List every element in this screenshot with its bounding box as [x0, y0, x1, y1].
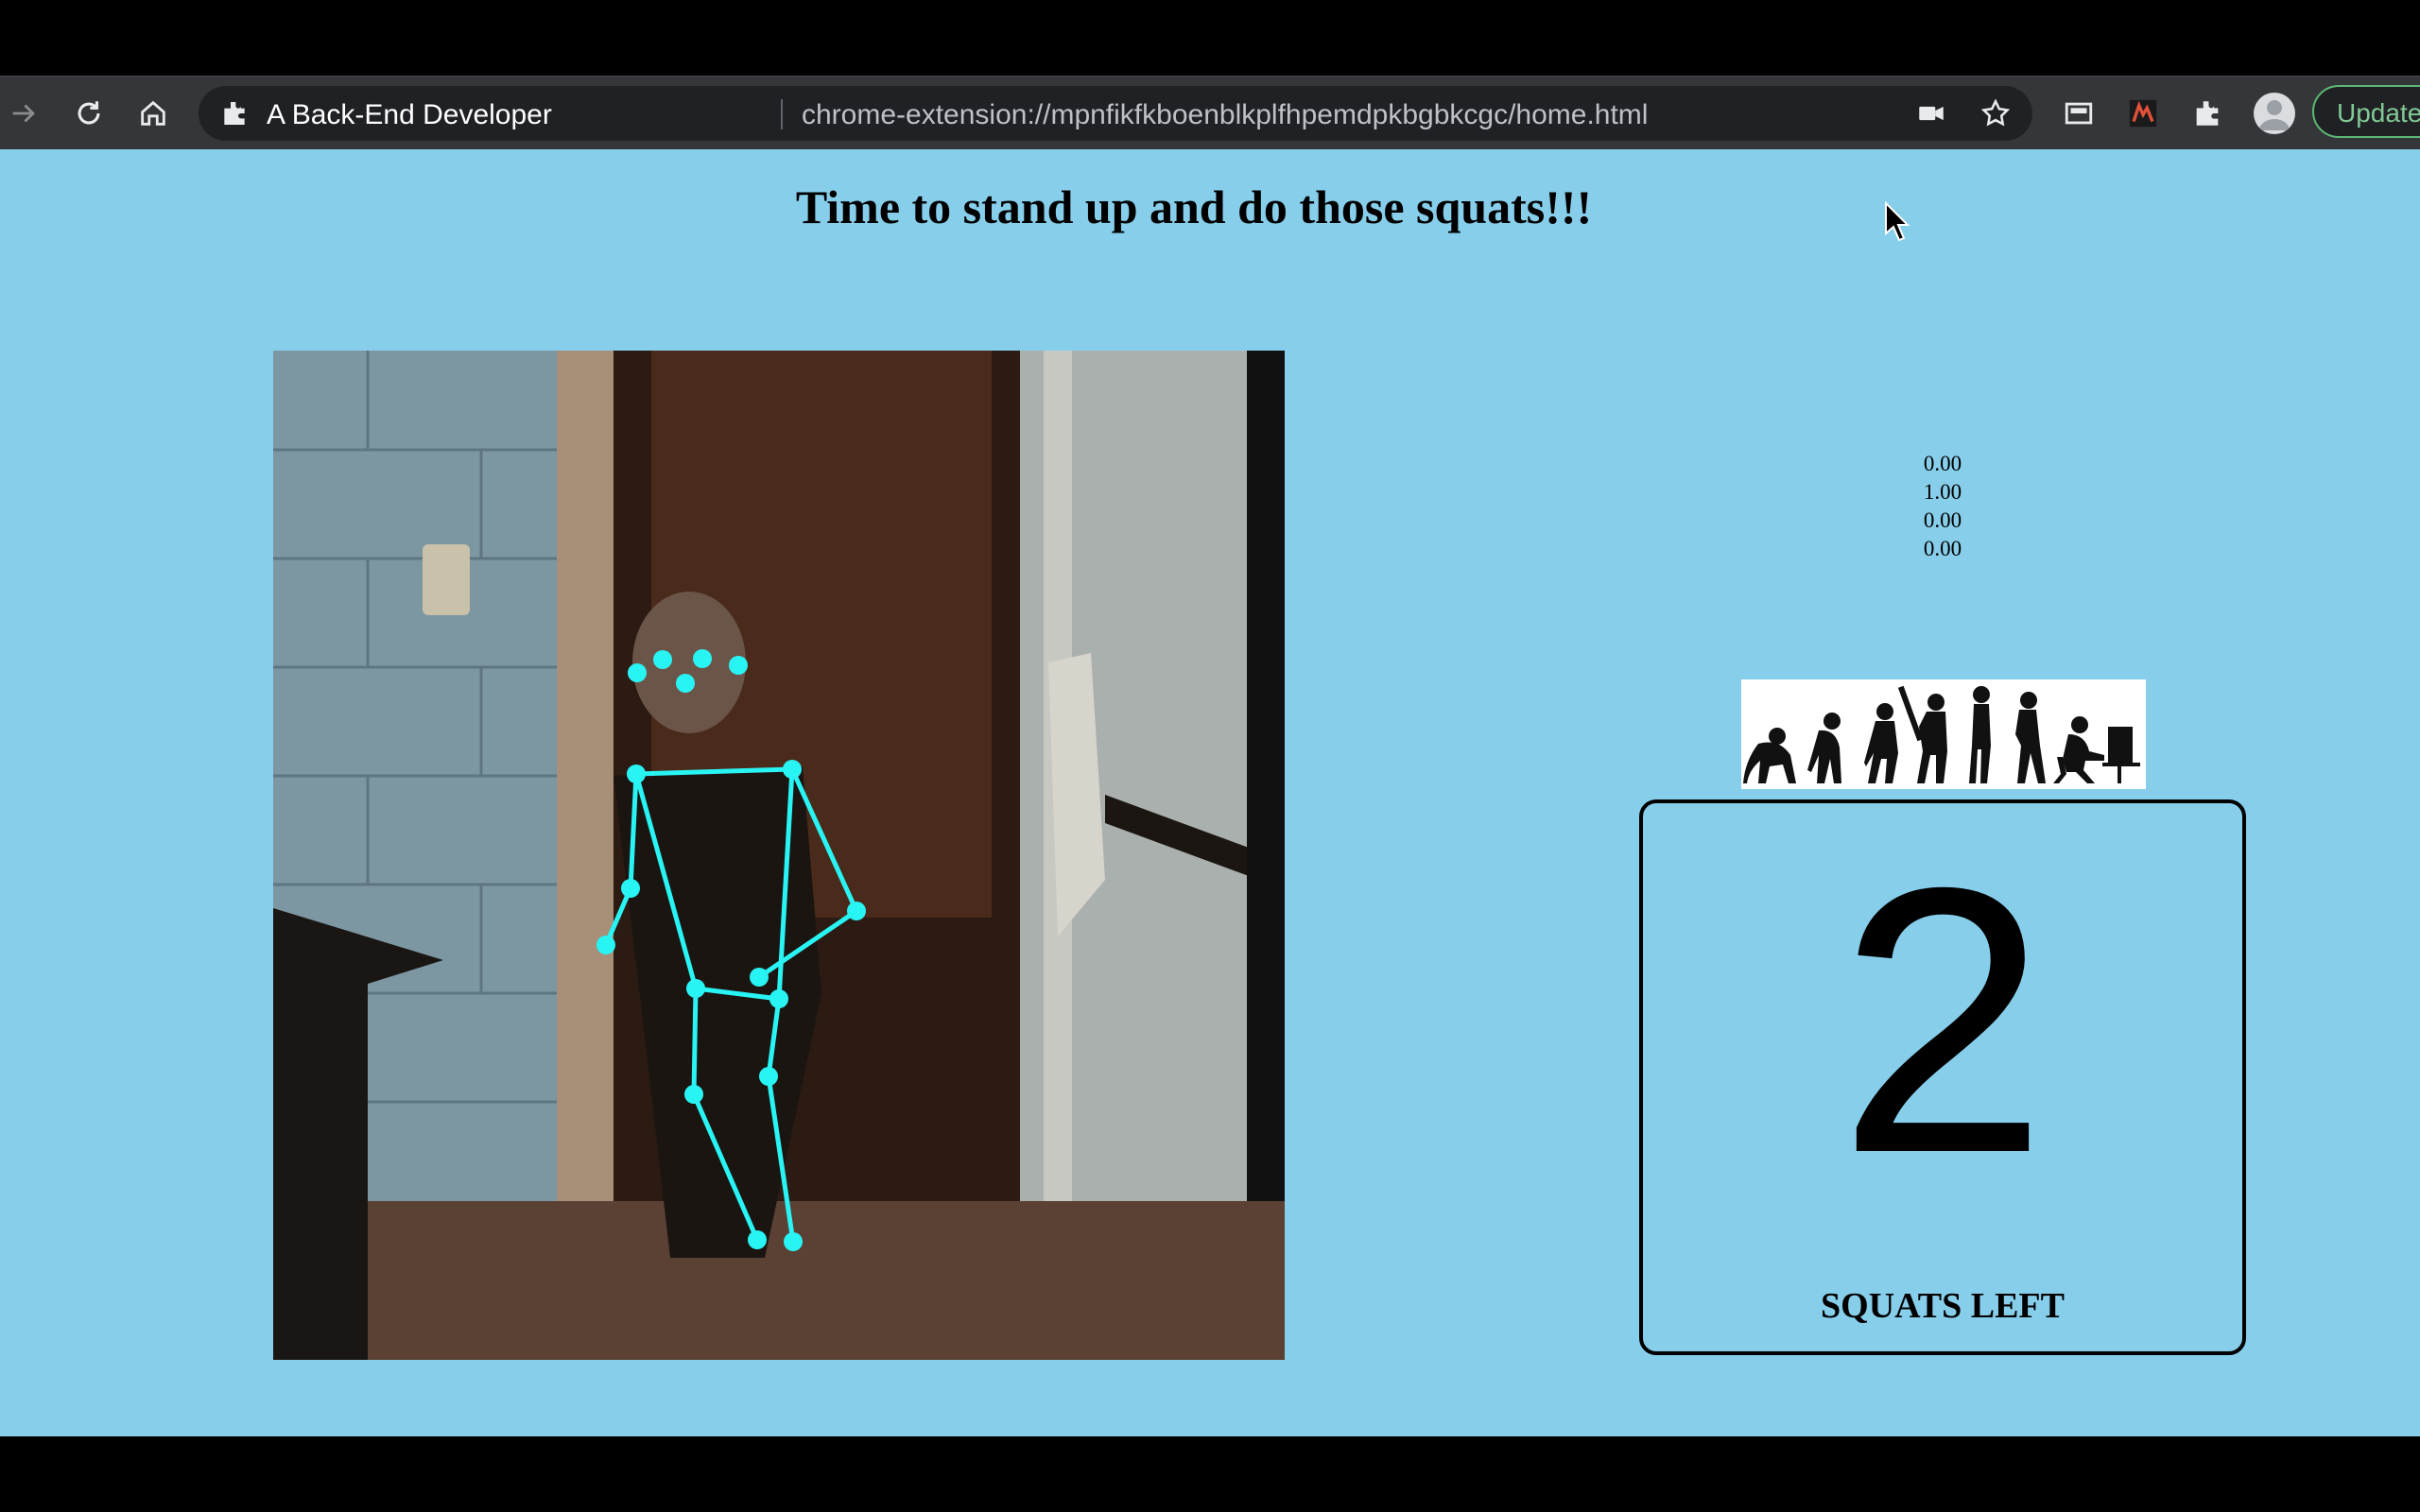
- browser-toolbar: A Back-End Developer chrome-extension://…: [0, 76, 2420, 150]
- squat-counter: 2 SQUATS LEFT: [1639, 799, 2246, 1355]
- update-button[interactable]: Update: [2312, 85, 2420, 138]
- picture-in-picture-icon[interactable]: [2061, 95, 2097, 131]
- page-title: Time to stand up and do those squats!!!: [795, 180, 1593, 233]
- evolution-silhouette-icon: [1743, 685, 2140, 783]
- address-separator: [781, 99, 783, 129]
- site-title: A Back-End Developer: [267, 99, 552, 130]
- forward-icon[interactable]: [6, 95, 42, 131]
- readout-value: 1.00: [1923, 480, 1962, 504]
- evolution-image: [1741, 679, 2146, 789]
- extension-icon: [224, 102, 245, 125]
- camera-icon[interactable]: [1915, 97, 1947, 129]
- profile-icon[interactable]: [2254, 93, 2295, 134]
- webcam-video: [273, 351, 1285, 1360]
- pose-readout: 0.00 1.00 0.00 0.00: [1891, 450, 1995, 563]
- readout-value: 0.00: [1923, 452, 1962, 475]
- home-icon[interactable]: [135, 95, 171, 131]
- brand-extension-icon[interactable]: [2125, 95, 2161, 131]
- squats-remaining-count: 2: [1837, 809, 2048, 1231]
- readout-value: 0.00: [1923, 537, 1962, 560]
- url-text[interactable]: chrome-extension://mpnfikfkboenblkplfhpe…: [802, 99, 1648, 131]
- puzzle-icon[interactable]: [2189, 95, 2225, 131]
- address-bar[interactable]: A Back-End Developer chrome-extension://…: [199, 86, 2032, 141]
- pose-overlay: [273, 351, 1285, 1360]
- mouse-cursor-icon: [1885, 201, 1910, 242]
- squats-left-label: SQUATS LEFT: [1821, 1286, 2065, 1326]
- page-content: Time to stand up and do those squats!!!: [0, 149, 2420, 1436]
- star-icon[interactable]: [1979, 97, 2012, 129]
- reload-icon[interactable]: [71, 95, 107, 131]
- readout-value: 0.00: [1923, 508, 1962, 532]
